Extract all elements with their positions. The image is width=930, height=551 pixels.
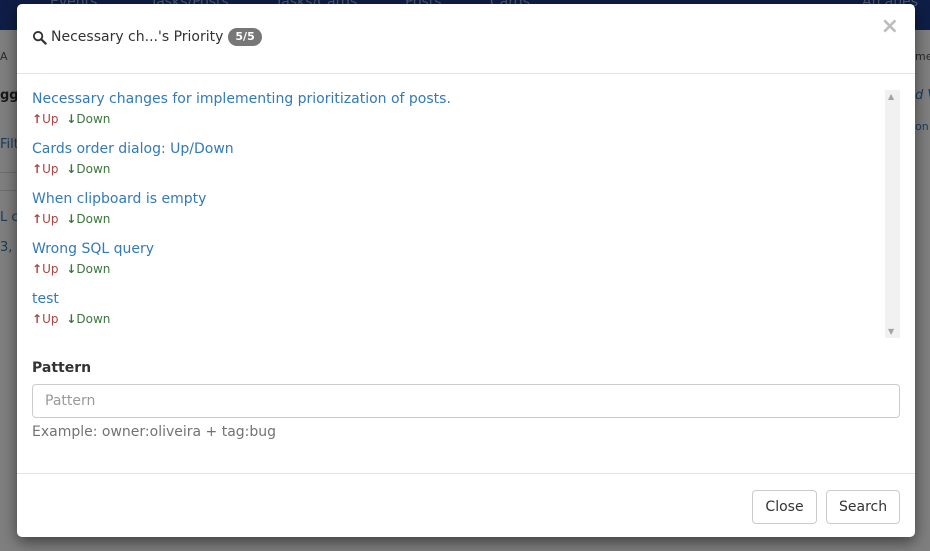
move-up-button[interactable]: ↑Up bbox=[32, 212, 58, 226]
move-down-button[interactable]: ↓Down bbox=[66, 112, 110, 126]
arrow-up-icon: ↑ bbox=[32, 162, 43, 176]
post-list: Necessary changes for implementing prior… bbox=[32, 90, 900, 338]
move-down-button[interactable]: ↓Down bbox=[66, 162, 110, 176]
arrow-down-icon: ↓ bbox=[66, 162, 77, 176]
up-label: Up bbox=[42, 212, 59, 226]
scroll-up-icon[interactable]: ▲ bbox=[888, 92, 894, 101]
list-item: Wrong SQL query ↑Up ↓Down bbox=[32, 240, 900, 290]
priority-actions: ↑Up ↓Down bbox=[32, 211, 900, 227]
arrow-down-icon: ↓ bbox=[66, 112, 77, 126]
search-button[interactable]: Search bbox=[826, 490, 900, 524]
arrow-down-icon: ↓ bbox=[66, 312, 77, 326]
move-down-button[interactable]: ↓Down bbox=[66, 262, 110, 276]
down-label: Down bbox=[76, 312, 111, 326]
move-up-button[interactable]: ↑Up bbox=[32, 312, 58, 326]
priority-modal: Necessary ch...'s Priority 5/5 × Necessa… bbox=[17, 4, 915, 537]
list-item: test ↑Up ↓Down bbox=[32, 290, 900, 338]
move-down-button[interactable]: ↓Down bbox=[66, 312, 110, 326]
up-label: Up bbox=[42, 312, 59, 326]
search-icon bbox=[32, 30, 47, 45]
post-title-link[interactable]: Necessary changes for implementing prior… bbox=[32, 90, 900, 108]
arrow-up-icon: ↑ bbox=[32, 212, 43, 226]
count-badge: 5/5 bbox=[228, 28, 262, 46]
close-icon[interactable]: × bbox=[881, 16, 899, 38]
arrow-up-icon: ↑ bbox=[32, 112, 43, 126]
priority-actions: ↑Up ↓Down bbox=[32, 111, 900, 127]
scroll-down-icon[interactable]: ▼ bbox=[888, 327, 894, 336]
modal-title: Necessary ch...'s Priority 5/5 bbox=[32, 28, 262, 46]
move-up-button[interactable]: ↑Up bbox=[32, 262, 58, 276]
arrow-up-icon: ↑ bbox=[32, 262, 43, 276]
down-label: Down bbox=[76, 112, 111, 126]
move-up-button[interactable]: ↑Up bbox=[32, 112, 58, 126]
priority-actions: ↑Up ↓Down bbox=[32, 311, 900, 327]
modal-header: Necessary ch...'s Priority 5/5 × bbox=[17, 4, 915, 74]
down-label: Down bbox=[76, 162, 111, 176]
pattern-label: Pattern bbox=[32, 360, 92, 376]
list-scrollbar[interactable]: ▲ ▼ bbox=[885, 90, 900, 338]
move-down-button[interactable]: ↓Down bbox=[66, 212, 110, 226]
list-item: Cards order dialog: Up/Down ↑Up ↓Down bbox=[32, 140, 900, 190]
post-title-link[interactable]: Cards order dialog: Up/Down bbox=[32, 140, 900, 158]
pattern-help-text: Example: owner:oliveira + tag:bug bbox=[32, 424, 277, 440]
priority-actions: ↑Up ↓Down bbox=[32, 161, 900, 177]
down-label: Down bbox=[76, 212, 111, 226]
up-label: Up bbox=[42, 112, 59, 126]
list-item: When clipboard is empty ↑Up ↓Down bbox=[32, 190, 900, 240]
move-up-button[interactable]: ↑Up bbox=[32, 162, 58, 176]
up-label: Up bbox=[42, 162, 59, 176]
down-label: Down bbox=[76, 262, 111, 276]
up-label: Up bbox=[42, 262, 59, 276]
close-button[interactable]: Close bbox=[752, 490, 817, 524]
modal-title-text: Necessary ch...'s Priority bbox=[51, 29, 224, 45]
arrow-up-icon: ↑ bbox=[32, 312, 43, 326]
list-item: Necessary changes for implementing prior… bbox=[32, 90, 900, 140]
modal-footer: Close Search bbox=[17, 473, 915, 537]
priority-actions: ↑Up ↓Down bbox=[32, 261, 900, 277]
pattern-input[interactable] bbox=[32, 384, 900, 418]
post-title-link[interactable]: Wrong SQL query bbox=[32, 240, 900, 258]
post-title-link[interactable]: When clipboard is empty bbox=[32, 190, 900, 208]
arrow-down-icon: ↓ bbox=[66, 262, 77, 276]
arrow-down-icon: ↓ bbox=[66, 212, 77, 226]
post-title-link[interactable]: test bbox=[32, 290, 900, 308]
